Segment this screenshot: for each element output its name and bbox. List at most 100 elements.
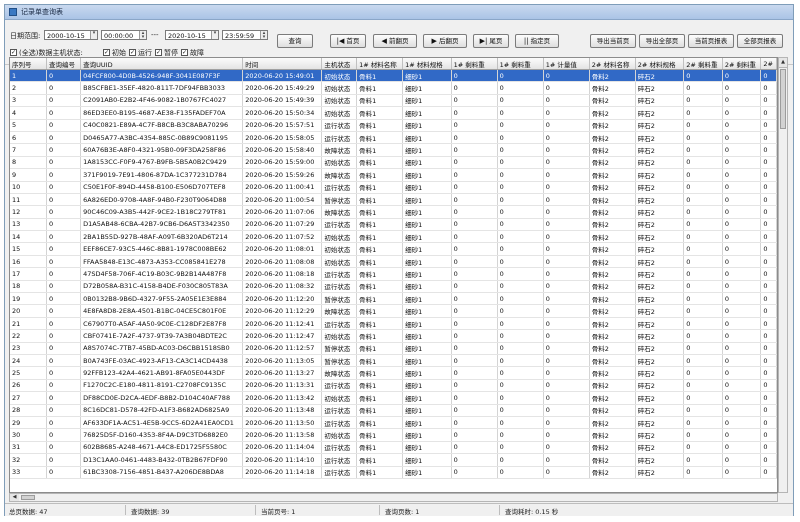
table-row[interactable]: 4 0 86ED3EE0-B195-4687-AE38-F135FADEF70A 20… (10, 106, 777, 120)
column-header[interactable]: 1# 剩料重 (497, 58, 544, 70)
table-row[interactable]: 11 0 6A826ED0-9708-4A8F-94B0-F230T9064D88 2… (10, 193, 777, 207)
table-cell: 运行状态 (321, 218, 358, 232)
end-time-field[interactable]: 23:59:59 ▴ ▾ (222, 30, 268, 40)
table-row[interactable]: 15 0 EEF86CE7-93C5-446C-8B81-1978C008BE62 2… (10, 242, 777, 256)
table-cell: 0 (683, 466, 723, 479)
table-row[interactable]: 24 0 B0A743FE-03AC-4923-AF13-CA3C14CD4438 2… (10, 354, 777, 368)
table-cell: 运行状态 (321, 131, 358, 145)
next-page-button[interactable]: ▶ 后翻页 (423, 34, 467, 48)
table-cell: 暂停状态 (321, 342, 358, 356)
goto-page-button[interactable]: || 指定页 (515, 34, 559, 48)
end-date-dropdown-icon[interactable]: ▾ (211, 31, 218, 39)
table-row[interactable]: 17 0 47SD4F58-706F-4C19-B03C-9B2B14A487F8 2… (10, 267, 777, 281)
export-current-page-button[interactable]: 导出当前页 (590, 34, 636, 48)
start-date-field[interactable]: 2000-10-15 ▾ (44, 30, 98, 40)
column-header[interactable]: 2# 材料名称 (589, 58, 636, 70)
column-header[interactable]: 1# 材料规格 (402, 58, 452, 70)
all-pages-report-button[interactable]: 全部页报表 (737, 34, 783, 48)
status-current-page: 当前页号: 1 (261, 508, 296, 516)
column-header[interactable]: 2# 剩料重 (683, 58, 723, 70)
table-row[interactable]: 18 0 D72B058A-B31C-4158-B4DE-F030C805T83A 2… (10, 280, 777, 294)
table-row[interactable]: 6 0 D0465A77-A3BC-4354-885C-0B89C9081195 20… (10, 131, 777, 145)
column-header[interactable]: 1# 剩料重 (451, 58, 498, 70)
table-row[interactable]: 25 0 92FFB123-42A4-4621-AB91-8FA05E0443DF 2… (10, 366, 777, 380)
horizontal-scroll-thumb[interactable] (21, 495, 35, 500)
column-header[interactable]: 2# 剩料重 (722, 58, 762, 70)
table-cell: 0 (683, 391, 723, 405)
table-row[interactable]: 1 0 04FCF800-4D0B-4526-948F-3041E087F3F 202… (10, 69, 777, 83)
table-cell: 0 (46, 106, 82, 120)
table-cell: 2020-06-20 15:50:34 (242, 106, 323, 120)
start-date-dropdown-icon[interactable]: ▾ (90, 31, 97, 39)
table-row[interactable]: 22 0 CBF0741E-7A2F-4737-9T39-7A3B04BDTE2C 2… (10, 329, 777, 343)
horizontal-scrollbar[interactable]: ◀ (9, 493, 778, 502)
table-row[interactable]: 8 0 1A8153CC-F0F9-4767-B9FB-5B5A0B2C9429 20… (10, 156, 777, 170)
vertical-scrollbar[interactable]: ▲ (778, 57, 788, 493)
table-cell: 碎石2 (635, 94, 685, 108)
table-cell: 0 (451, 119, 498, 132)
table-row[interactable]: 23 0 A8S7074C-7TB7-45BD-AC03-D6CBB1518SB0 2… (10, 342, 777, 356)
table-cell: 0 (760, 366, 777, 380)
table-row[interactable]: 20 0 4E8FA8D8-2E8A-4501-B1BC-04CE5C801F0E 2… (10, 304, 777, 318)
status-init-checkbox[interactable]: ✓ (103, 49, 110, 56)
column-header[interactable]: 2# 材料规格 (635, 58, 685, 70)
table-row[interactable]: 19 0 0B0132B8-9B6D-4327-9F55-2A05E1E3E884 2… (10, 292, 777, 306)
column-header[interactable]: 查询编号 (46, 58, 82, 70)
table-row[interactable]: 3 0 C2091AB0-E2B2-4F46-9082-1B0767FC4027 20… (10, 94, 777, 108)
status-fault-checkbox[interactable]: ✓ (181, 49, 188, 56)
table-row[interactable]: 14 0 2BA1B55D-927B-48AF-A09T-6B320AD6T214 2… (10, 230, 777, 244)
vertical-scroll-thumb[interactable] (780, 69, 786, 129)
column-header[interactable]: 主机状态 (321, 58, 358, 70)
table-row[interactable]: 27 0 DF88CD0E-D2CA-4EDF-B8B2-D104C40AF788 2… (10, 391, 777, 405)
table-row[interactable]: 31 0 602B8685-A248-4671-A4C8-ED1725F5580C 2… (10, 441, 777, 455)
end-time-spinner-icon[interactable]: ▴ ▾ (260, 31, 267, 39)
table-row[interactable]: 9 0 371F9019-7E91-4806-87DA-1C377231D784 20… (10, 168, 777, 182)
table-row[interactable]: 2 0 B85CFBE1-35EF-4820-811T-7DF94FBB3033 20… (10, 81, 777, 95)
table-row[interactable]: 5 0 C40C0821-E89A-4C7F-B8CB-B3C8ABA70296 20… (10, 119, 777, 132)
select-all-checkbox[interactable]: ✓ (10, 49, 17, 56)
table-row[interactable]: 10 0 C50E1F0F-894D-4458-B100-E506D707TEF8 2… (10, 181, 777, 194)
table-row[interactable]: 12 0 90C46C09-A3B5-442F-9CE2-1B18C279TF81 2… (10, 205, 777, 219)
table-cell: 细砂1 (402, 119, 452, 132)
column-header[interactable]: 序列号 (10, 58, 48, 70)
query-button[interactable]: 查询 (277, 34, 313, 48)
current-page-report-button[interactable]: 当前页报表 (688, 34, 734, 48)
start-time-spinner-icon[interactable]: ▴ ▾ (139, 31, 146, 39)
table-cell: 0 (451, 69, 498, 83)
scroll-left-icon[interactable]: ◀ (10, 494, 19, 501)
table-cell: 7 (10, 143, 48, 157)
table-row[interactable]: 30 0 76825D5F-D160-4353-8F4A-D9C3TD6882E0 2… (10, 428, 777, 442)
column-header[interactable]: 1# 材料名称 (356, 58, 404, 70)
table-row[interactable]: 32 0 D13C1AA0-0461-4483-B432-0TB2B67FDF90 2… (10, 453, 777, 467)
table-cell: 0 (543, 69, 590, 83)
table-cell: 2BA1B55D-927B-48AF-A09T-6B320AD6T214 (80, 230, 244, 244)
column-header[interactable]: 查询UUID (80, 58, 244, 70)
table-cell: 602B8685-A248-4671-A4C8-ED1725F5580C (80, 441, 244, 455)
column-header[interactable]: 1# 计量值 (543, 58, 590, 70)
table-row[interactable]: 26 0 F1270C2C-E180-4811-8191-C2708FC9135C 2… (10, 379, 777, 393)
table-row[interactable]: 29 0 AF633DF1A-AC51-4E5B-9CC5-6D2A41EA0CD1… (10, 416, 777, 430)
table-row[interactable]: 33 0 61BC3308-7156-4851-B437-A206DE8BDA8 20… (10, 466, 777, 479)
prev-page-button[interactable]: ◀ 前翻页 (373, 34, 417, 48)
status-running-checkbox[interactable]: ✓ (129, 49, 136, 56)
end-date-field[interactable]: 2020-10-15 ▾ (165, 30, 219, 40)
table-row[interactable]: 28 0 8C16DC81-D578-42FD-A1F3-B682AD6825A9 2… (10, 404, 777, 417)
table-cell: 骨料1 (356, 119, 404, 132)
table-row[interactable]: 16 0 FFAA5848-E13C-4873-A353-CC085841E278 2… (10, 255, 777, 269)
column-header[interactable]: 时间 (242, 58, 323, 70)
export-all-pages-button[interactable]: 导出全部页 (639, 34, 685, 48)
scroll-up-icon[interactable]: ▲ (779, 58, 787, 68)
first-page-button[interactable]: |◀ 首页 (330, 34, 366, 48)
last-page-button[interactable]: ▶| 尾页 (473, 34, 509, 48)
table-cell: 0 (46, 366, 82, 380)
table-row[interactable]: 21 0 C67907T0-A5AF-4A50-9C0E-C128DF2E87F8 2… (10, 317, 777, 331)
table-row[interactable]: 7 0 60A76B3E-A8F0-4321-95B0-09F3DA258F86 20… (10, 143, 777, 157)
status-paused-checkbox[interactable]: ✓ (155, 49, 162, 56)
table-cell: 2020-06-20 11:13:27 (242, 366, 323, 380)
column-header[interactable]: 2# (760, 58, 777, 70)
table-cell: 骨料1 (356, 143, 404, 157)
table-cell: 0 (722, 354, 762, 368)
start-time-field[interactable]: 00:00:00 ▴ ▾ (101, 30, 147, 40)
table-row[interactable]: 13 0 D1A5AB48-6CBA-42B7-9CB6-D6A5T3342350 2… (10, 218, 777, 232)
records-grid[interactable]: 序列号 查询编号 查询UUID 时间 主机状态 1# 材料名称 1# 材料规格 1# 剩料重 1… (9, 57, 778, 493)
